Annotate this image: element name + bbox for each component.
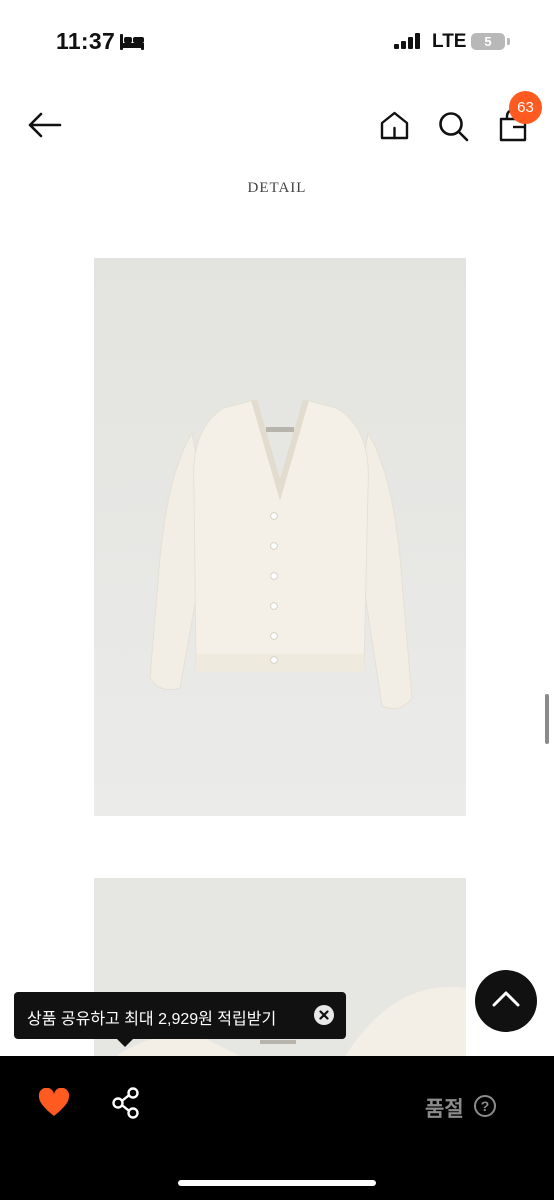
close-icon [319, 1010, 329, 1020]
cardigan-illustration [94, 258, 466, 816]
home-icon[interactable] [379, 110, 410, 141]
battery-indicator: 5 [471, 33, 505, 50]
tooltip-text: 상품 공유하고 최대 2,929원 적립받기 [27, 1011, 277, 1028]
product-detail-image [94, 258, 466, 816]
sold-out-label: 품절 [425, 1098, 464, 1121]
status-bar: 11:37 LTE 5 [0, 0, 554, 84]
battery-tip [507, 38, 510, 45]
heart-icon[interactable] [38, 1088, 70, 1118]
share-reward-tooltip: 상품 공유하고 최대 2,929원 적립받기 [14, 992, 346, 1039]
back-arrow-icon[interactable] [26, 109, 62, 141]
chevron-up-icon [492, 991, 520, 1007]
scroll-to-top-button[interactable] [475, 970, 537, 1032]
tooltip-close-button[interactable] [314, 1005, 334, 1025]
signal-icon [394, 33, 420, 49]
home-indicator [178, 1180, 376, 1186]
scrollbar-thumb[interactable] [545, 694, 549, 744]
top-navigation [0, 84, 554, 168]
network-label: LTE [432, 31, 467, 52]
status-time: 11:37 [56, 28, 116, 54]
share-icon[interactable] [111, 1087, 141, 1119]
cart-count-badge: 63 [509, 91, 542, 124]
detail-section-title: DETAIL [247, 180, 307, 196]
bottom-action-bar: 품절 ? [0, 1056, 554, 1200]
help-icon[interactable]: ? [474, 1095, 496, 1117]
search-icon[interactable] [437, 110, 469, 142]
bed-icon [120, 34, 144, 50]
tooltip-arrow [117, 1039, 133, 1047]
